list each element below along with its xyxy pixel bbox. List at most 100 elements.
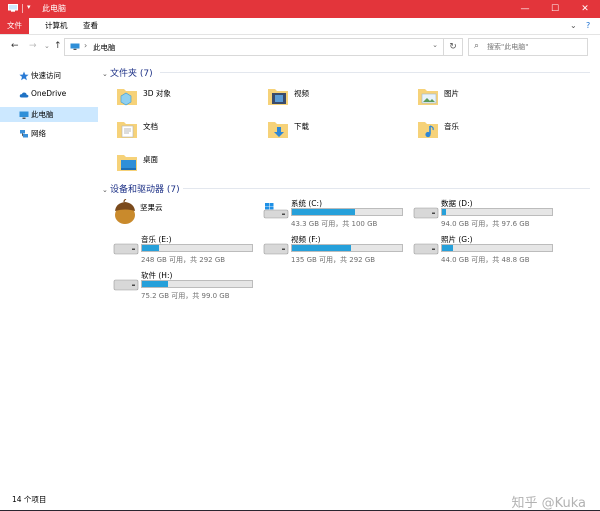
- tab-file[interactable]: 文件: [0, 18, 29, 34]
- drive-item-f[interactable]: 视频 (F:) 135 GB 可用，共 292 GB: [263, 234, 408, 266]
- drive-usage-bar: [441, 208, 553, 216]
- drive-usage-fill: [442, 209, 447, 215]
- folder-label: 音乐: [444, 122, 459, 131]
- drive-item-nutstore[interactable]: 坚果云: [112, 198, 252, 230]
- sidebar-item-label: 网络: [31, 129, 46, 138]
- drive-usage-fill: [142, 245, 159, 251]
- expand-ribbon-icon[interactable]: ⌄: [570, 21, 577, 30]
- ribbon: 文件 计算机 查看 ⌄ ?: [0, 18, 600, 35]
- drive-usage-bar: [291, 208, 403, 216]
- downloads-folder-icon: [268, 122, 288, 138]
- drive-usage-fill: [442, 245, 453, 251]
- drive-usage-bar: [141, 244, 253, 252]
- computer-icon: [8, 4, 18, 12]
- drive-space-info: 43.3 GB 可用，共 100 GB: [291, 220, 378, 228]
- main-content: ⌄ 文件夹 (7) 3D 对象 视频 图片 文档 下载 音乐 桌面 ⌄ 设备和驱…: [100, 62, 600, 482]
- folder-item-downloads[interactable]: 下载: [266, 117, 406, 143]
- quick-access-dropdown-icon[interactable]: ▾: [27, 3, 31, 11]
- folders-group-header[interactable]: ⌄ 文件夹 (7): [102, 66, 153, 79]
- drive-icon: [113, 243, 139, 255]
- sidebar-item-label: 此电脑: [31, 110, 54, 119]
- computer-icon: [70, 43, 80, 50]
- drive-usage-bar: [141, 280, 253, 288]
- drive-space-info: 75.2 GB 可用，共 99.0 GB: [141, 292, 230, 300]
- drive-usage-bar: [441, 244, 553, 252]
- drive-item-c[interactable]: 系统 (C:) 43.3 GB 可用，共 100 GB: [263, 198, 408, 230]
- folder-item-pictures[interactable]: 图片: [416, 84, 556, 110]
- folder-item-desktop[interactable]: 桌面: [115, 150, 255, 176]
- address-dropdown-icon[interactable]: ⌄: [432, 41, 438, 49]
- window-title: 此电脑: [42, 4, 66, 13]
- sidebar-item-quick-access[interactable]: 快速访问: [0, 68, 98, 83]
- drive-usage-fill: [142, 281, 169, 287]
- drive-usage-fill: [292, 209, 355, 215]
- pictures-folder-icon: [418, 89, 438, 105]
- recent-locations-icon[interactable]: ⌄: [44, 42, 50, 50]
- folder-label: 桌面: [143, 155, 158, 164]
- network-icon: [20, 130, 28, 138]
- star-icon: [19, 71, 29, 81]
- close-button[interactable]: ✕: [570, 0, 600, 18]
- tab-computer[interactable]: 计算机: [38, 18, 75, 34]
- music-folder-icon: [418, 122, 438, 138]
- drive-icon: [413, 243, 439, 255]
- help-icon[interactable]: ?: [586, 21, 590, 30]
- file-explorer-window: ▾ 此电脑 — ☐ ✕ 文件 计算机 查看 ⌄ ? ← → ⌄ ↑ › 此电脑 …: [0, 0, 600, 511]
- group-divider: [160, 72, 590, 73]
- maximize-button[interactable]: ☐: [540, 0, 570, 18]
- search-icon: ⌕: [474, 41, 480, 51]
- drive-icon: [263, 243, 289, 255]
- breadcrumb-chevron-icon[interactable]: ›: [84, 41, 87, 50]
- folder-item-3d-objects[interactable]: 3D 对象: [115, 84, 255, 110]
- nutstore-icon: [115, 199, 135, 224]
- drive-usage-bar: [291, 244, 403, 252]
- drive-icon: [413, 207, 439, 219]
- breadcrumb[interactable]: 此电脑: [93, 42, 116, 53]
- folder-label: 下载: [294, 122, 309, 131]
- sidebar-item-label: 快速访问: [31, 71, 61, 80]
- search-input[interactable]: [487, 41, 583, 53]
- collapse-chevron-icon[interactable]: ⌄: [102, 186, 110, 194]
- group-title: 文件夹 (7): [110, 69, 153, 79]
- refresh-button[interactable]: ↻: [443, 38, 463, 56]
- computer-icon: [19, 111, 29, 119]
- tab-view[interactable]: 查看: [76, 18, 105, 34]
- drive-item-d[interactable]: 数据 (D:) 94.0 GB 可用，共 97.6 GB: [413, 198, 558, 230]
- sidebar-item-this-pc[interactable]: 此电脑: [0, 107, 98, 122]
- folder-item-videos[interactable]: 视频: [266, 84, 406, 110]
- watermark: 知乎 @Kuka: [511, 496, 586, 511]
- folder-label: 图片: [444, 89, 459, 98]
- drive-icon: [113, 279, 139, 291]
- collapse-chevron-icon[interactable]: ⌄: [102, 70, 110, 78]
- sidebar-item-onedrive[interactable]: OneDrive: [0, 87, 98, 102]
- drive-space-info: 44.0 GB 可用，共 48.8 GB: [441, 256, 530, 264]
- drive-space-info: 248 GB 可用，共 292 GB: [141, 256, 226, 264]
- navigation-bar: ← → ⌄ ↑ › 此电脑 ⌄ ↻ ⌕: [0, 35, 600, 59]
- group-divider: [183, 188, 590, 189]
- drive-space-info: 135 GB 可用，共 292 GB: [291, 256, 376, 264]
- title-bar[interactable]: ▾ 此电脑 — ☐ ✕: [0, 0, 600, 18]
- minimize-button[interactable]: —: [510, 0, 540, 18]
- drive-item-g[interactable]: 照片 (G:) 44.0 GB 可用，共 48.8 GB: [413, 234, 558, 266]
- drive-space-info: 94.0 GB 可用，共 97.6 GB: [441, 220, 530, 228]
- search-box[interactable]: ⌕: [468, 38, 588, 56]
- drive-item-h[interactable]: 软件 (H:) 75.2 GB 可用，共 99.0 GB: [113, 270, 258, 302]
- folder-item-music[interactable]: 音乐: [416, 117, 556, 143]
- 3d-objects-folder-icon: [117, 89, 137, 106]
- title-separator: [22, 4, 23, 13]
- sidebar-item-label: OneDrive: [31, 89, 67, 98]
- folder-item-documents[interactable]: 文档: [115, 117, 255, 143]
- back-button[interactable]: ←: [11, 41, 19, 51]
- drives-group-header[interactable]: ⌄ 设备和驱动器 (7): [102, 182, 180, 195]
- drive-item-e[interactable]: 音乐 (E:) 248 GB 可用，共 292 GB: [113, 234, 258, 266]
- group-title: 设备和驱动器 (7): [110, 185, 180, 195]
- navigation-pane: 快速访问 OneDrive 此电脑 网络: [0, 62, 100, 482]
- sidebar-item-network[interactable]: 网络: [0, 126, 98, 141]
- up-button[interactable]: ↑: [54, 41, 62, 51]
- address-bar[interactable]: › 此电脑 ⌄: [64, 38, 444, 56]
- desktop-folder-icon: [117, 155, 137, 171]
- folder-label: 3D 对象: [143, 89, 171, 98]
- cloud-icon: [19, 92, 29, 98]
- forward-button[interactable]: →: [29, 41, 37, 51]
- item-count: 14 个项目: [12, 495, 47, 504]
